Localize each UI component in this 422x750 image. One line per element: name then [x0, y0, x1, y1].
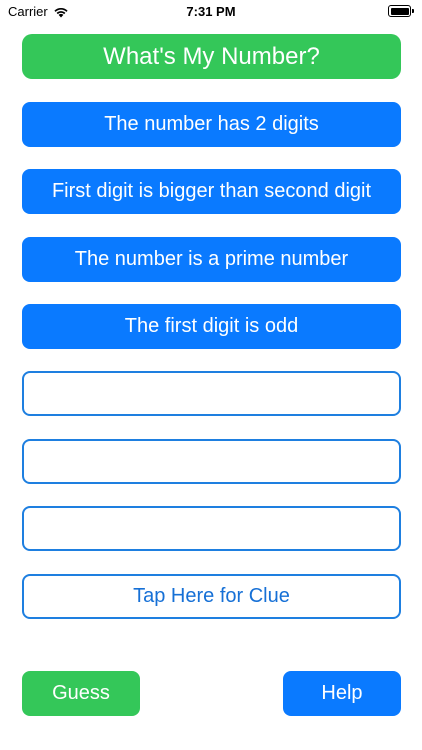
help-button[interactable]: Help — [283, 671, 401, 716]
battery-icon — [388, 5, 414, 17]
page-title: What's My Number? — [22, 34, 401, 79]
clue-box-5 — [22, 371, 401, 416]
clue-box-6 — [22, 439, 401, 484]
clue-box-3: The number is a prime number — [22, 237, 401, 282]
clue-box-2: First digit is bigger than second digit — [22, 169, 401, 214]
clue-box-1: The number has 2 digits — [22, 102, 401, 147]
clue-box-7 — [22, 506, 401, 551]
status-bar: Carrier 7:31 PM — [0, 0, 422, 22]
status-time: 7:31 PM — [186, 4, 236, 19]
tap-for-clue-button[interactable]: Tap Here for Clue — [22, 574, 401, 619]
clue-box-4: The first digit is odd — [22, 304, 401, 349]
guess-button[interactable]: Guess — [22, 671, 140, 716]
